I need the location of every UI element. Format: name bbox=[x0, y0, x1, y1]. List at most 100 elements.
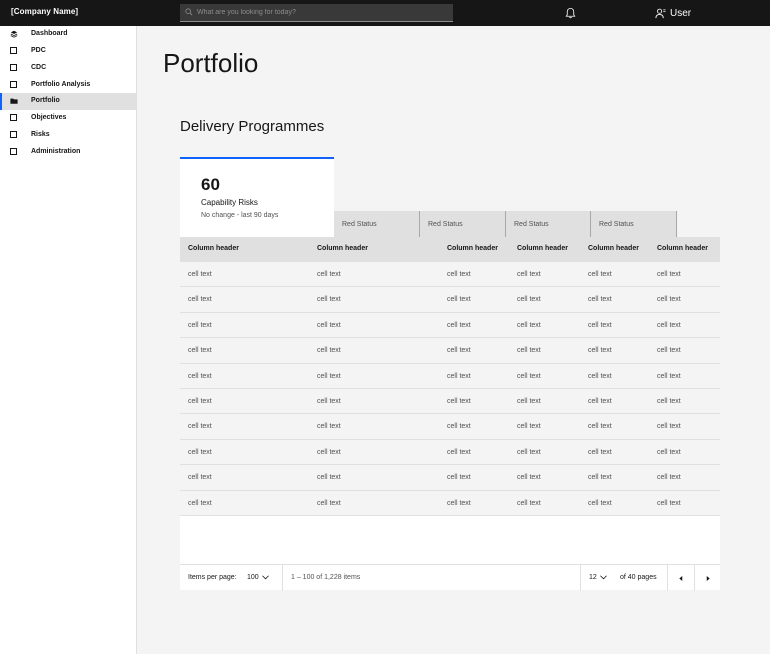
sidebar-item-dashboard[interactable]: Dashboard bbox=[0, 26, 137, 43]
table-row[interactable]: cell text cell text cell text cell text cell… bbox=[180, 312, 720, 339]
notification-bell-icon[interactable] bbox=[564, 6, 577, 20]
table-cell: cell text bbox=[588, 397, 612, 405]
column-header[interactable]: Column header bbox=[517, 245, 568, 252]
table-cell: cell text bbox=[317, 448, 341, 456]
table-cell: cell text bbox=[517, 321, 541, 329]
table-row[interactable]: cell text cell text cell text cell text cell… bbox=[180, 414, 720, 440]
column-header[interactable]: Column header bbox=[588, 245, 639, 252]
sidebar-item-cdc[interactable]: CDC bbox=[0, 60, 137, 77]
table-cell: cell text bbox=[447, 372, 471, 380]
sidebar-item-label: Portfolio bbox=[31, 97, 60, 104]
tile-subtext: No change - last 90 days bbox=[201, 212, 279, 219]
table-cell: cell text bbox=[317, 347, 341, 355]
table-cell: cell text bbox=[657, 271, 681, 278]
sidebar-item-administration[interactable]: Administration bbox=[0, 144, 137, 161]
previous-page-button[interactable] bbox=[668, 565, 694, 591]
sidebar-item-risks[interactable]: Risks bbox=[0, 127, 137, 144]
table-cell: cell text bbox=[447, 271, 471, 278]
table-cell: cell text bbox=[188, 372, 212, 380]
table-cell: cell text bbox=[447, 499, 471, 507]
tile-value: 60 bbox=[201, 175, 220, 194]
checkbox-icon bbox=[10, 114, 17, 121]
tab-red-status-1[interactable]: Red Status bbox=[334, 211, 420, 237]
table-cell: cell text bbox=[317, 474, 341, 482]
sidebar-item-portfolio-analysis[interactable]: Portfolio Analysis bbox=[0, 77, 137, 94]
table-row[interactable]: cell text cell text cell text cell text cell… bbox=[180, 262, 720, 288]
next-page-button[interactable] bbox=[695, 565, 720, 591]
table-cell: cell text bbox=[657, 423, 681, 431]
page-title: Portfolio bbox=[163, 48, 259, 78]
tab-label: Red Status bbox=[428, 220, 463, 228]
stack-icon bbox=[10, 30, 18, 38]
table-row[interactable]: cell text cell text cell text cell text cell… bbox=[180, 439, 720, 466]
table-row[interactable]: cell text cell text cell text cell text cell… bbox=[180, 287, 720, 313]
user-menu[interactable]: User bbox=[655, 6, 691, 20]
tab-red-status-2[interactable]: Red Status bbox=[420, 211, 506, 237]
column-header[interactable]: Column header bbox=[317, 245, 368, 252]
table-cell: cell text bbox=[588, 474, 612, 482]
column-header[interactable]: Column header bbox=[657, 245, 708, 252]
table-cell: cell text bbox=[317, 296, 341, 304]
table-cell: cell text bbox=[188, 423, 212, 431]
chevron-down-icon bbox=[261, 575, 269, 580]
tab-label: Red Status bbox=[342, 220, 377, 228]
sidebar-item-pdc[interactable]: PDC bbox=[0, 43, 137, 60]
table-cell: cell text bbox=[588, 423, 612, 431]
table-cell: cell text bbox=[657, 372, 681, 380]
sidebar-item-label: PDC bbox=[31, 47, 46, 54]
items-per-page-label: Items per page: bbox=[188, 574, 237, 581]
checkbox-icon bbox=[10, 64, 17, 71]
table-cell: cell text bbox=[588, 372, 612, 380]
table-cell: cell text bbox=[188, 347, 212, 355]
table-cell: cell text bbox=[517, 499, 541, 507]
data-table: Column header Column header Column heade… bbox=[180, 237, 720, 516]
table-cell: cell text bbox=[517, 296, 541, 304]
table-cell: cell text bbox=[447, 296, 471, 304]
table-cell: cell text bbox=[447, 423, 471, 431]
table-cell: cell text bbox=[657, 296, 681, 304]
table-cell: cell text bbox=[517, 423, 541, 431]
table-cell: cell text bbox=[657, 321, 681, 329]
table-cell: cell text bbox=[188, 448, 212, 456]
section-title: Delivery Programmes bbox=[180, 118, 325, 135]
search-bar[interactable] bbox=[180, 4, 453, 22]
table-cell: cell text bbox=[317, 397, 341, 405]
divider bbox=[282, 565, 283, 591]
tab-red-status-4[interactable]: Red Status bbox=[591, 211, 677, 237]
sidebar-item-objectives[interactable]: Objectives bbox=[0, 110, 137, 127]
checkbox-icon bbox=[10, 47, 17, 54]
checkbox-icon bbox=[10, 81, 17, 88]
pagination: Items per page: 100 1 – 100 of 1,228 ite… bbox=[180, 564, 720, 591]
table-row[interactable]: cell text cell text cell text cell text cell… bbox=[180, 363, 720, 389]
page-select[interactable]: 12 bbox=[589, 574, 607, 581]
top-header: [Company Name] User bbox=[0, 0, 770, 26]
table-cell: cell text bbox=[317, 499, 341, 507]
column-header[interactable]: Column header bbox=[188, 245, 239, 252]
user-icon bbox=[655, 8, 666, 18]
table-row[interactable]: cell text cell text cell text cell text cell… bbox=[180, 465, 720, 491]
table-cell: cell text bbox=[447, 397, 471, 405]
table-cell: cell text bbox=[657, 474, 681, 482]
search-input[interactable] bbox=[197, 6, 447, 19]
company-name[interactable]: [Company Name] bbox=[11, 7, 78, 16]
sidebar: Dashboard PDC CDC Portfolio Analysis Por… bbox=[0, 26, 137, 654]
table-cell: cell text bbox=[188, 397, 212, 405]
items-per-page-select[interactable]: 100 bbox=[247, 574, 269, 581]
tab-red-status-3[interactable]: Red Status bbox=[506, 211, 591, 237]
table-cell: cell text bbox=[657, 397, 681, 405]
tab-label: Red Status bbox=[514, 220, 549, 228]
table-cell: cell text bbox=[517, 347, 541, 355]
column-header[interactable]: Column header bbox=[447, 245, 498, 252]
caret-left-icon bbox=[679, 575, 683, 581]
sidebar-item-label: Administration bbox=[31, 148, 81, 155]
sidebar-item-portfolio[interactable]: Portfolio bbox=[0, 93, 137, 110]
table-cell: cell text bbox=[588, 296, 612, 304]
user-label: User bbox=[670, 7, 692, 19]
sidebar-item-label: Dashboard bbox=[31, 30, 68, 37]
capability-risks-tile[interactable]: 60 Capability Risks No change - last 90 … bbox=[180, 157, 334, 237]
table-row[interactable]: cell text cell text cell text cell text cell… bbox=[180, 388, 720, 415]
total-pages: of 40 pages bbox=[620, 574, 657, 581]
table-row[interactable]: cell text cell text cell text cell text cell… bbox=[180, 490, 720, 516]
caret-right-icon bbox=[706, 575, 710, 581]
table-row[interactable]: cell text cell text cell text cell text cell… bbox=[180, 338, 720, 364]
